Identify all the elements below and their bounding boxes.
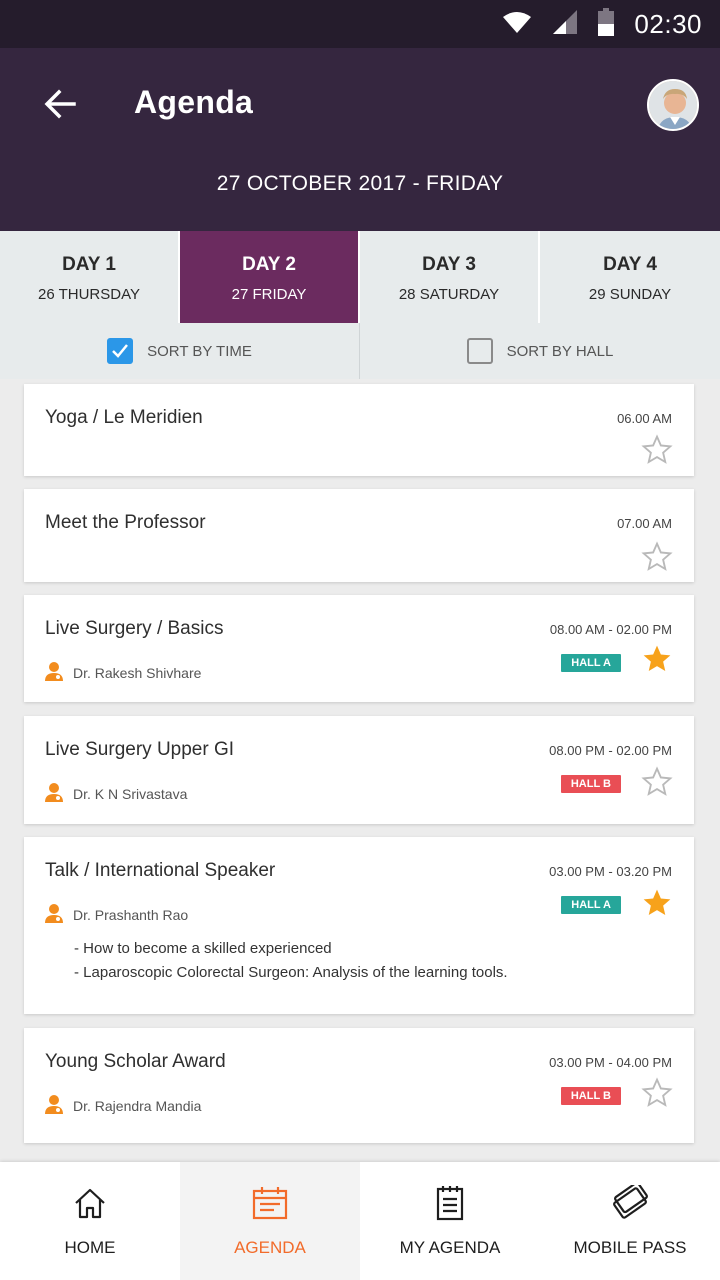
- session-card[interactable]: Talk / International Speaker 03.00 PM - …: [24, 837, 694, 1014]
- speaker-icon: [45, 782, 63, 805]
- notes-icon: [436, 1184, 464, 1222]
- session-time: 07.00 AM: [617, 516, 672, 531]
- speaker-name: Dr. Rakesh Shivhare: [73, 664, 202, 681]
- tab-day-3[interactable]: DAY 3 28 SATURDAY: [360, 231, 540, 323]
- session-card[interactable]: Live Surgery / Basics 08.00 AM - 02.00 P…: [24, 595, 694, 702]
- star-outline-icon[interactable]: [641, 434, 673, 466]
- session-title: Yoga / Le Meridien: [45, 407, 203, 428]
- session-card[interactable]: Yoga / Le Meridien 06.00 AM: [24, 384, 694, 476]
- battery-icon: [598, 7, 615, 41]
- nav-label: MOBILE PASS: [573, 1238, 687, 1257]
- tab-label: DAY 2: [242, 254, 296, 275]
- bottom-nav: HOME AGENDA MY AGENDA MOBILE PASS: [0, 1162, 720, 1280]
- agenda-list[interactable]: Yoga / Le Meridien 06.00 AM Meet the Pro…: [0, 379, 720, 1162]
- tab-date: 29 SUNDAY: [588, 286, 672, 303]
- nav-my-agenda[interactable]: MY AGENDA: [360, 1162, 540, 1280]
- sort-by-hall-checkbox[interactable]: [466, 338, 493, 364]
- sort-by-time-option[interactable]: SORT BY TIME: [0, 323, 360, 379]
- day-tabs: DAY 1 26 THURSDAY DAY 2 27 FRIDAY DAY 3 …: [0, 231, 720, 323]
- session-note: - Laparoscopic Colorectal Surgeon: Analy…: [74, 964, 508, 981]
- selected-date: 27 OCTOBER 2017 - FRIDAY: [216, 172, 504, 195]
- status-time: 02:30: [634, 8, 702, 39]
- nav-label: AGENDA: [234, 1238, 306, 1257]
- tab-label: DAY 4: [603, 254, 657, 275]
- sort-by-time-checkbox[interactable]: [107, 338, 134, 364]
- session-card[interactable]: Young Scholar Award 03.00 PM - 04.00 PM …: [24, 1028, 694, 1143]
- session-title: Live Surgery / Basics: [45, 618, 224, 639]
- tab-day-1[interactable]: DAY 1 26 THURSDAY: [0, 231, 180, 323]
- status-bar: 02:30: [0, 0, 720, 48]
- nav-home[interactable]: HOME: [0, 1162, 180, 1280]
- tickets-icon: [610, 1184, 650, 1222]
- tab-label: DAY 3: [422, 254, 476, 275]
- session-card[interactable]: Meet the Professor 07.00 AM: [24, 489, 694, 582]
- arrow-left-icon: [44, 88, 76, 125]
- sort-by-hall-label: SORT BY HALL: [506, 342, 614, 360]
- signal-icon: [552, 9, 578, 40]
- nav-agenda[interactable]: AGENDA: [180, 1162, 360, 1280]
- hall-badge: HALL A: [561, 896, 621, 914]
- session-note: - How to become a skilled experienced: [74, 940, 332, 957]
- session-title: Talk / International Speaker: [45, 860, 276, 881]
- hall-badge: HALL A: [561, 654, 621, 672]
- star-outline-icon[interactable]: [641, 1077, 673, 1109]
- app-bar: Agenda 27 OCTOBER 2017 - FRIDAY: [0, 48, 720, 231]
- session-time: 03.00 PM - 03.20 PM: [549, 864, 672, 879]
- session-speaker: Dr. Rakesh Shivhare: [45, 661, 201, 684]
- hall-badge: HALL B: [560, 1087, 621, 1105]
- tab-date: 27 FRIDAY: [231, 286, 307, 303]
- wifi-icon: [502, 10, 532, 39]
- speaker-icon: [45, 1094, 63, 1117]
- session-title: Meet the Professor: [45, 512, 206, 533]
- session-speaker: Dr. K N Srivastava: [45, 782, 187, 805]
- session-title: Young Scholar Award: [45, 1051, 226, 1072]
- home-icon: [73, 1184, 107, 1222]
- speaker-name: Dr. Rajendra Mandia: [73, 1097, 202, 1114]
- nav-label: HOME: [64, 1238, 116, 1257]
- speaker-icon: [45, 661, 63, 684]
- back-button[interactable]: [38, 84, 82, 128]
- speaker-name: Dr. Prashanth Rao: [73, 906, 189, 923]
- speaker-icon: [45, 903, 63, 926]
- calendar-icon: [252, 1184, 288, 1222]
- star-outline-icon[interactable]: [641, 766, 673, 798]
- session-speaker: Dr. Prashanth Rao: [45, 903, 188, 926]
- tab-date: 28 SATURDAY: [398, 286, 500, 303]
- page-title: Agenda: [134, 84, 254, 120]
- session-time: 06.00 AM: [617, 411, 672, 426]
- session-time: 03.00 PM - 04.00 PM: [549, 1055, 672, 1070]
- session-speaker: Dr. Rajendra Mandia: [45, 1094, 201, 1117]
- session-time: 08.00 AM - 02.00 PM: [549, 622, 672, 637]
- nav-mobile-pass[interactable]: MOBILE PASS: [540, 1162, 720, 1280]
- session-time: 08.00 PM - 02.00 PM: [549, 743, 672, 758]
- session-card[interactable]: Live Surgery Upper GI 08.00 PM - 02.00 P…: [24, 716, 694, 824]
- sort-bar: SORT BY TIME SORT BY HALL: [0, 323, 720, 379]
- session-notes: - How to become a skilled experienced - …: [74, 937, 508, 985]
- nav-label: MY AGENDA: [399, 1238, 501, 1257]
- tab-date: 26 THURSDAY: [38, 286, 140, 303]
- star-filled-icon[interactable]: [641, 643, 673, 675]
- tab-day-2[interactable]: DAY 2 27 FRIDAY: [180, 231, 360, 323]
- tab-day-4[interactable]: DAY 4 29 SUNDAY: [540, 231, 720, 323]
- sort-by-time-label: SORT BY TIME: [147, 342, 252, 360]
- star-outline-icon[interactable]: [641, 541, 673, 573]
- sort-by-hall-option[interactable]: SORT BY HALL: [360, 323, 720, 379]
- speaker-name: Dr. K N Srivastava: [73, 785, 188, 802]
- hall-badge: HALL B: [560, 775, 621, 793]
- avatar[interactable]: [647, 79, 699, 131]
- tab-label: DAY 1: [62, 254, 116, 275]
- session-title: Live Surgery Upper GI: [45, 739, 235, 760]
- star-filled-icon[interactable]: [641, 887, 673, 919]
